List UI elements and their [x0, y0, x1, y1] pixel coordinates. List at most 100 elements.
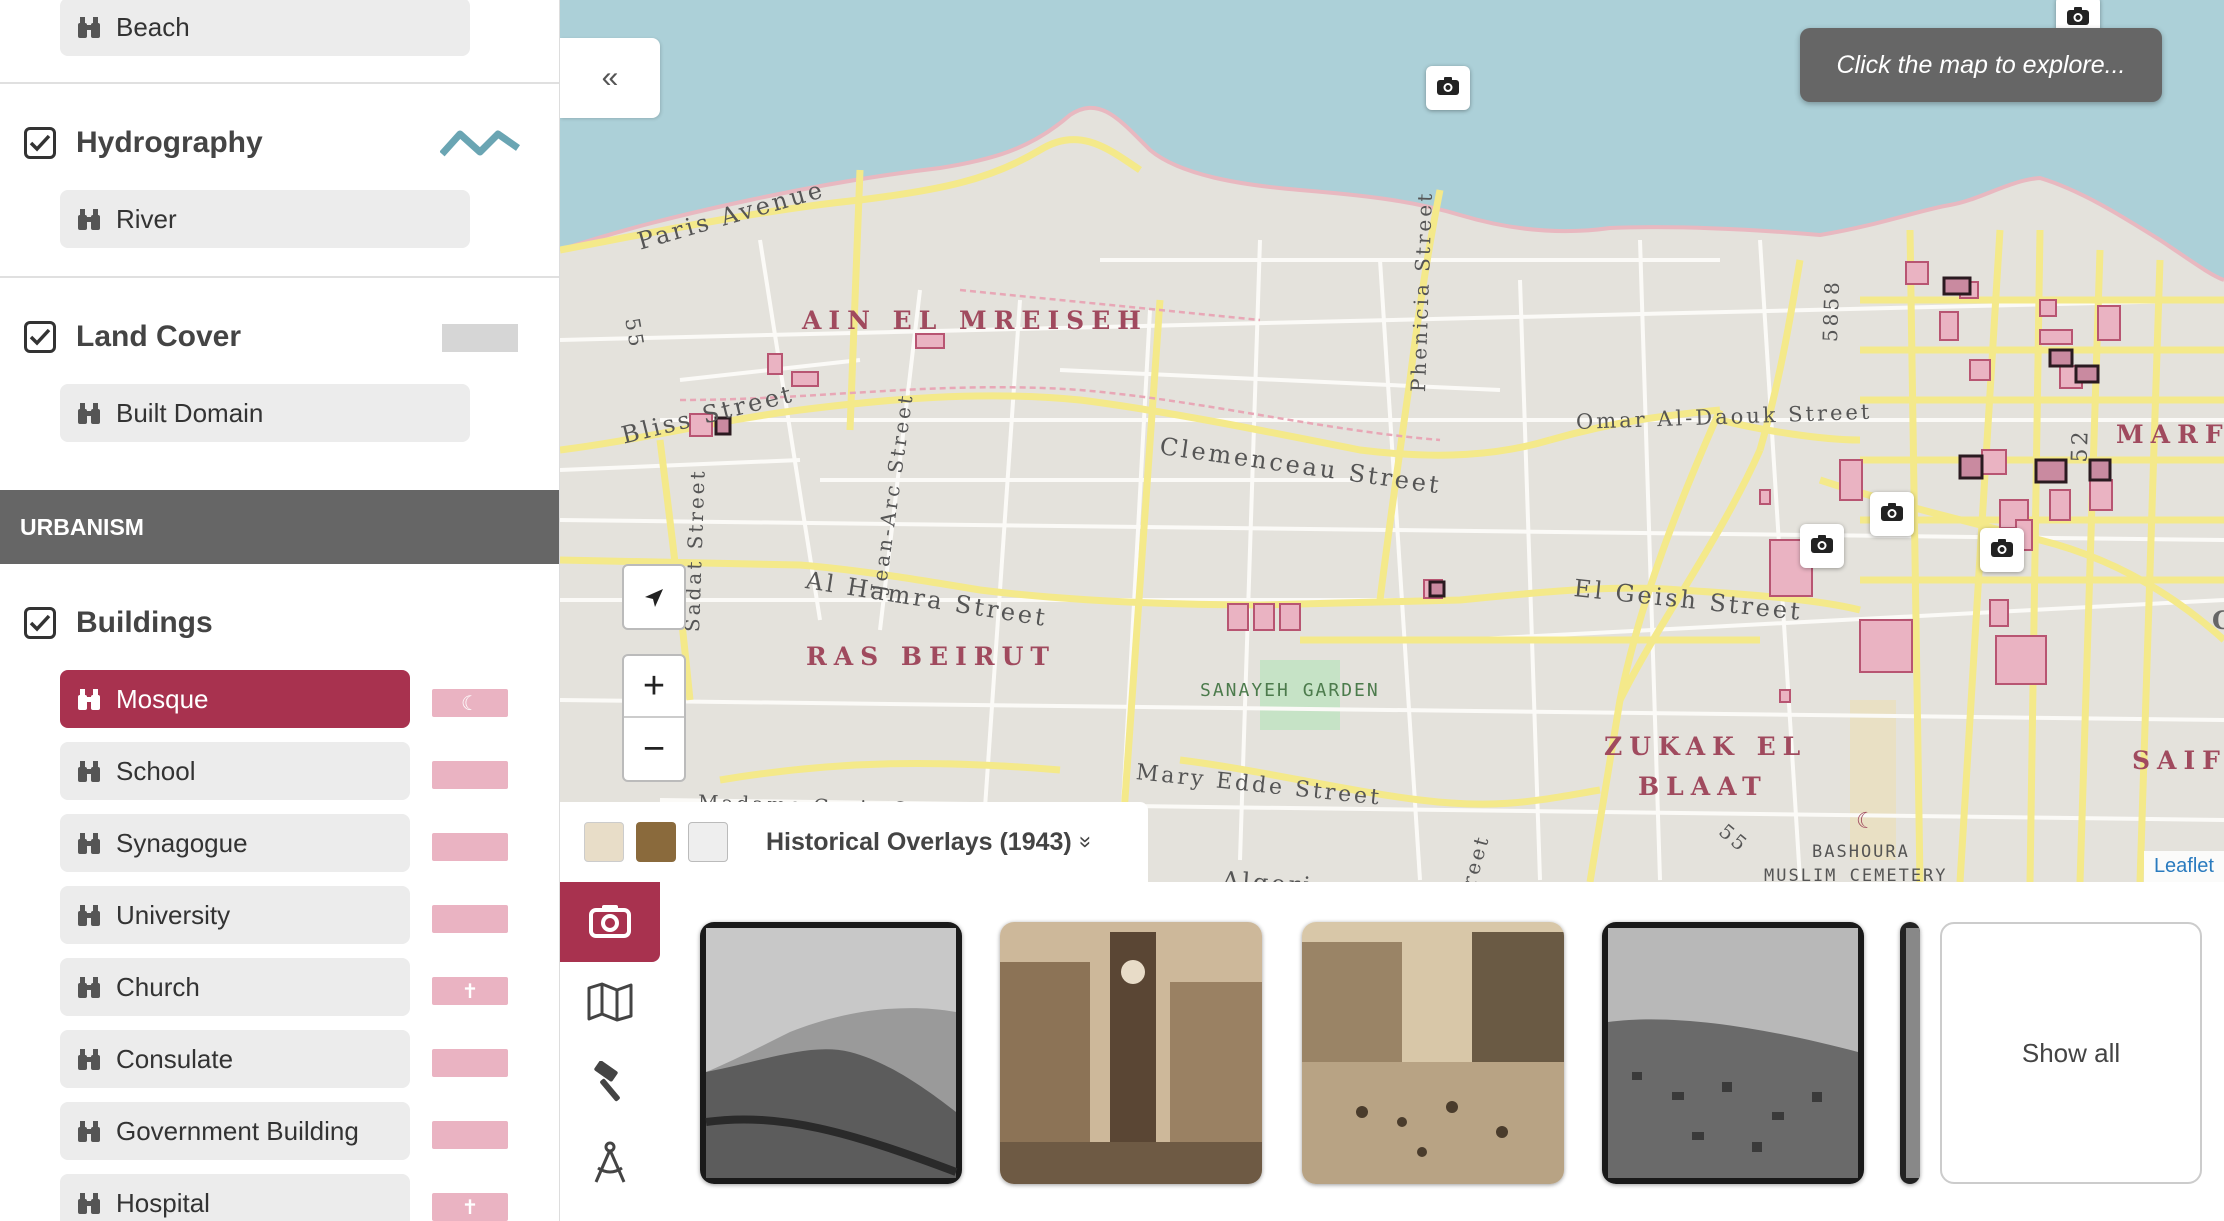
- hospital-swatch: ✝: [432, 1193, 508, 1221]
- feature-label: Hospital: [116, 1187, 210, 1218]
- feature-button-river[interactable]: River: [60, 190, 470, 248]
- photo-thumbnail-street-square[interactable]: [1302, 922, 1564, 1184]
- photo-thumbnail-city-panorama[interactable]: [1602, 922, 1864, 1184]
- district-label: MARFA: [2116, 420, 2224, 449]
- overlay-thumb-grey[interactable]: [688, 822, 728, 862]
- place-label: SANAYEH GARDEN: [1200, 680, 1380, 701]
- photo-thumbnail-clock-tower[interactable]: [1000, 922, 1262, 1184]
- camera-icon: [2066, 6, 2090, 31]
- binoculars-icon: [76, 1046, 102, 1072]
- land-cover-swatch: [442, 324, 518, 352]
- feature-button-school[interactable]: School: [60, 742, 410, 800]
- map-canvas[interactable]: Paris Avenue Bliss Street Clemenceau Str…: [560, 0, 2224, 882]
- photo-marker[interactable]: [1426, 66, 1470, 110]
- feature-label: Consulate: [116, 1043, 234, 1074]
- locate-button[interactable]: [624, 566, 684, 628]
- overlays-dropdown[interactable]: Historical Overlays (1943): [766, 828, 1072, 857]
- chevron-down-icon[interactable]: »: [1073, 836, 1099, 848]
- map-basemap: [560, 0, 2224, 882]
- section-header-urbanism[interactable]: URBANISM: [0, 490, 559, 564]
- overlay-thumb-light[interactable]: [584, 822, 624, 862]
- church-swatch: ✝: [432, 977, 508, 1005]
- feature-button-government-building[interactable]: Government Building: [60, 1102, 410, 1160]
- camera-icon: [1880, 502, 1904, 527]
- overlay-thumb-brown[interactable]: [636, 822, 676, 862]
- feature-button-university[interactable]: University: [60, 886, 410, 944]
- feature-button-built-domain[interactable]: Built Domain: [60, 384, 470, 442]
- divider: [0, 276, 559, 278]
- show-all-button[interactable]: Show all: [1940, 922, 2202, 1184]
- district-label: SAIF: [2132, 746, 2224, 775]
- synagogue-swatch: [432, 833, 508, 861]
- photo-marker[interactable]: [1980, 528, 2024, 572]
- layer-land-cover: Land Cover: [24, 320, 241, 354]
- feature-label: University: [116, 899, 231, 930]
- place-label: MUSLIM CEMETERY: [1764, 866, 1948, 882]
- map-hint-tooltip: Click the map to explore...: [1800, 28, 2162, 102]
- crescent-icon: ☾: [1856, 808, 1876, 833]
- historical-overlays-bar: Historical Overlays (1943) »: [560, 802, 1148, 882]
- photo-thumbnail-partial[interactable]: [1900, 922, 1920, 1184]
- feature-label: School: [116, 755, 196, 786]
- photo-marker[interactable]: [1870, 492, 1914, 536]
- district-label: C: [2212, 606, 2224, 635]
- district-label: ZUKAK EL: [1604, 732, 1808, 761]
- photo-thumbnail-aerial-coast[interactable]: [700, 922, 962, 1184]
- double-chevron-left-icon: «: [601, 61, 619, 94]
- binoculars-icon: [76, 686, 102, 712]
- binoculars-icon: [76, 902, 102, 928]
- feature-button-mosque[interactable]: Mosque: [60, 670, 410, 728]
- layer-title: Buildings: [76, 606, 213, 639]
- camera-icon: [1990, 538, 2014, 563]
- feature-button-synagogue[interactable]: Synagogue: [60, 814, 410, 872]
- camera-icon: [1810, 534, 1834, 559]
- feature-label: Built Domain: [116, 397, 264, 428]
- gallery-panel: Show all: [560, 882, 2224, 1221]
- leaflet-attribution[interactable]: Leaflet: [2143, 851, 2224, 882]
- road-number-label: 52: [2067, 428, 2094, 463]
- zoom-in-button[interactable]: +: [624, 656, 684, 718]
- zoom-control: + −: [622, 654, 686, 782]
- tool-column: [560, 882, 660, 1221]
- university-swatch: [432, 905, 508, 933]
- district-label: AIN EL MREISEH: [802, 306, 1148, 335]
- hammer-icon: [589, 1060, 631, 1108]
- layers-sidebar: Beach Hydrography River Land Cover Built…: [0, 0, 560, 1221]
- feature-button-beach[interactable]: Beach: [60, 0, 470, 56]
- folded-map-icon: [587, 982, 633, 1027]
- camera-icon: [588, 902, 632, 943]
- feature-label: Synagogue: [116, 827, 248, 858]
- photo-image: [1602, 922, 1864, 1184]
- buildings-checkbox[interactable]: [24, 607, 56, 639]
- binoculars-icon: [76, 400, 102, 426]
- map-tool-button[interactable]: [560, 964, 660, 1044]
- binoculars-icon: [76, 14, 102, 40]
- collapse-sidebar-button[interactable]: «: [560, 38, 660, 118]
- location-arrow-icon: [643, 576, 665, 619]
- photo-image: [1302, 922, 1564, 1184]
- binoculars-icon: [76, 206, 102, 232]
- road-number-label: 5858: [1818, 278, 1845, 343]
- photo-image: [1900, 922, 1920, 1184]
- land-cover-checkbox[interactable]: [24, 321, 56, 353]
- mosque-swatch: ☾: [432, 689, 508, 717]
- binoculars-icon: [76, 758, 102, 784]
- river-legend-icon: [440, 130, 520, 157]
- compass-tool-button[interactable]: [560, 1124, 660, 1204]
- locate-control[interactable]: [622, 564, 686, 630]
- feature-label: River: [116, 203, 177, 234]
- layer-title: Hydrography: [76, 126, 263, 159]
- feature-button-hospital[interactable]: Hospital: [60, 1174, 410, 1221]
- zoom-out-button[interactable]: −: [624, 718, 684, 780]
- camera-tool-button[interactable]: [560, 882, 660, 962]
- consulate-swatch: [432, 1049, 508, 1077]
- feature-button-consulate[interactable]: Consulate: [60, 1030, 410, 1088]
- photo-marker[interactable]: [1800, 524, 1844, 568]
- feature-button-church[interactable]: Church: [60, 958, 410, 1016]
- feature-label: Government Building: [116, 1115, 359, 1146]
- hammer-tool-button[interactable]: [560, 1044, 660, 1124]
- district-label: BLAAT: [1638, 772, 1768, 801]
- hydrography-checkbox[interactable]: [24, 127, 56, 159]
- layer-title: Land Cover: [76, 320, 242, 353]
- binoculars-icon: [76, 974, 102, 1000]
